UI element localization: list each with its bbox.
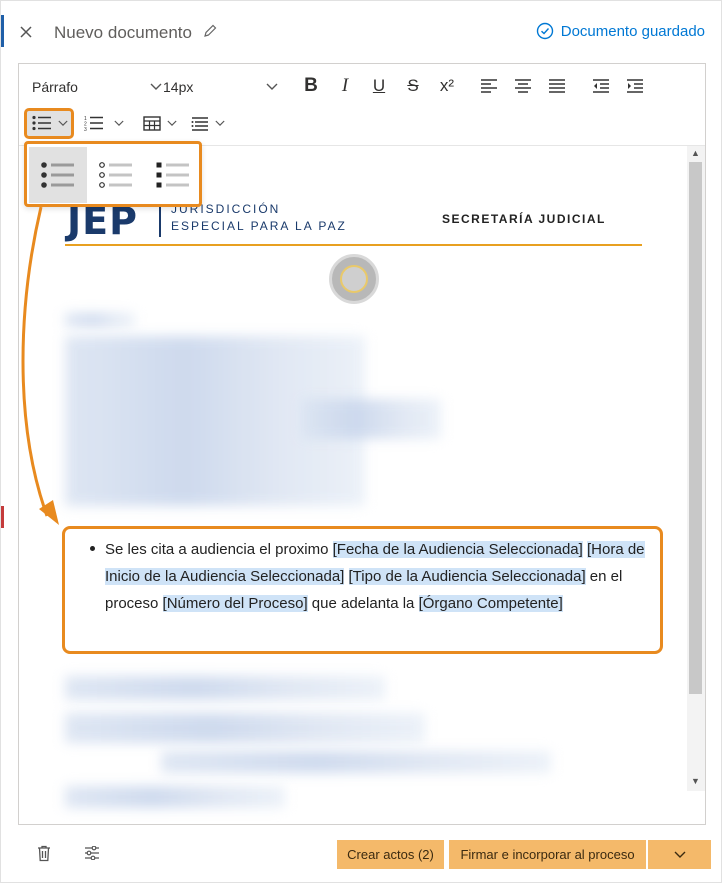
- close-icon: [20, 26, 32, 38]
- placeholder-field[interactable]: [Órgano Competente]: [418, 595, 563, 612]
- numbered-list-button[interactable]: 123: [81, 110, 127, 136]
- chevron-down-icon: [266, 83, 278, 90]
- numbered-list-icon: 123: [84, 116, 103, 131]
- font-size-value: 14px: [163, 79, 194, 95]
- font-size-select[interactable]: 14px: [163, 77, 281, 97]
- create-acts-button[interactable]: Crear actos (2): [337, 840, 444, 869]
- bullet-text: Se les cita a audiencia el proximo: [105, 541, 333, 558]
- settings-button[interactable]: [82, 843, 102, 863]
- paragraph-style-value: Párrafo: [32, 79, 78, 95]
- scroll-up-arrow[interactable]: ▲: [691, 148, 700, 158]
- blurred-text: [65, 313, 135, 327]
- outdent-button[interactable]: [589, 74, 613, 98]
- close-button[interactable]: [15, 21, 37, 43]
- colombia-seal-icon: [329, 254, 379, 304]
- blurred-text: [301, 399, 441, 439]
- formatting-toolbar: Párrafo 14px B I U S x² 1 2 3: [19, 64, 705, 146]
- align-justify-button[interactable]: [545, 74, 569, 98]
- bullet-text: [344, 568, 348, 585]
- left-accent-bar: [1, 506, 4, 528]
- align-center-button[interactable]: [511, 74, 535, 98]
- edit-title-button[interactable]: [202, 23, 220, 41]
- bullet-text: que adelanta la: [307, 595, 419, 612]
- document-editor-window: Nuevo documento Documento guardado Párra…: [0, 0, 722, 883]
- insert-table-button[interactable]: [137, 110, 183, 136]
- chevron-down-icon: [114, 120, 124, 126]
- header-rule: [65, 244, 642, 246]
- delete-button[interactable]: [34, 843, 54, 863]
- bold-button[interactable]: B: [299, 74, 323, 98]
- chevron-down-icon: [150, 83, 162, 90]
- placeholder-field[interactable]: [Fecha de la Audiencia Seleccionada]: [332, 541, 583, 558]
- more-actions-button[interactable]: [648, 840, 711, 869]
- line-spacing-button[interactable]: [185, 110, 231, 136]
- table-icon: [143, 115, 161, 131]
- blurred-text: [65, 676, 385, 700]
- scroll-down-arrow[interactable]: ▼: [691, 776, 700, 786]
- outdent-icon: [593, 79, 609, 93]
- trash-icon: [38, 845, 50, 861]
- sign-incorporate-button[interactable]: Firmar e incorporar al proceso: [449, 840, 646, 869]
- placeholder-field[interactable]: [Número del Proceso]: [162, 595, 308, 612]
- pencil-icon: [204, 24, 217, 37]
- align-left-icon: [481, 79, 497, 93]
- bullet-button-highlight: [24, 108, 74, 139]
- bullet-marker: [90, 546, 95, 551]
- document-title: Nuevo documento: [54, 23, 192, 42]
- align-justify-icon: [549, 79, 565, 93]
- blurred-text: [65, 786, 285, 808]
- superscript-button[interactable]: x²: [433, 74, 461, 98]
- square-bullet-icon: [156, 162, 189, 188]
- strikethrough-button[interactable]: S: [401, 74, 425, 98]
- indent-icon: [627, 79, 643, 93]
- organization-name-line2: ESPECIAL PARA LA PAZ: [171, 219, 347, 233]
- save-status-label: Documento guardado: [560, 22, 705, 40]
- blurred-text: [161, 751, 551, 773]
- line-spacing-icon: [191, 116, 208, 131]
- bullet-style-disc[interactable]: [29, 147, 87, 203]
- underline-button[interactable]: U: [367, 74, 391, 98]
- chevron-down-icon: [167, 120, 177, 126]
- paragraph-style-select[interactable]: Párrafo: [32, 77, 162, 97]
- save-status: Documento guardado: [536, 22, 705, 40]
- header: Nuevo documento Documento guardado: [1, 1, 722, 63]
- bullet-style-square[interactable]: [144, 147, 202, 203]
- sliders-icon: [85, 846, 99, 860]
- disc-bullet-icon: [41, 162, 74, 188]
- department-heading: SECRETARÍA JUDICIAL: [442, 212, 606, 226]
- svg-text:3: 3: [84, 127, 87, 131]
- chevron-down-icon: [215, 120, 225, 126]
- align-left-button[interactable]: [477, 74, 501, 98]
- indent-button[interactable]: [623, 74, 647, 98]
- bullet-style-menu: [24, 141, 202, 207]
- blurred-text: [65, 713, 425, 743]
- chevron-down-icon: [674, 851, 685, 858]
- circle-bullet-icon: [99, 162, 132, 188]
- placeholder-field[interactable]: [Tipo de la Audiencia Seleccionada]: [348, 568, 586, 585]
- bullet-paragraph[interactable]: Se les cita a audiencia el proximo [Fech…: [105, 536, 650, 617]
- align-center-icon: [515, 79, 531, 93]
- scroll-thumb[interactable]: [689, 162, 702, 694]
- italic-button[interactable]: I: [333, 74, 357, 98]
- bullet-style-circle[interactable]: [87, 147, 145, 203]
- check-circle-icon: [536, 22, 553, 40]
- vertical-scrollbar[interactable]: ▲ ▼: [687, 146, 705, 791]
- footer: Crear actos (2) Firmar e incorporar al p…: [1, 827, 722, 884]
